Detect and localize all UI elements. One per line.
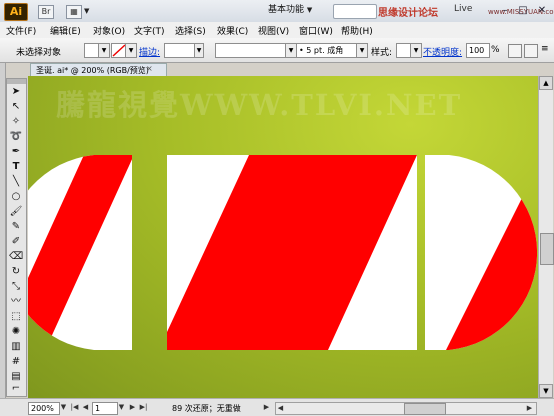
status-info: 89 次还原；无重做 (172, 404, 241, 413)
menu-window[interactable]: 窗口(W) (299, 24, 333, 37)
menu-object[interactable]: 对象(O) (93, 24, 125, 37)
direct-select-icon[interactable]: ↖ (9, 100, 23, 114)
opacity-label[interactable]: 不透明度: (423, 45, 462, 58)
stroke-label[interactable]: 描边: (139, 45, 160, 58)
watermark-text: 思缘设计论坛 (378, 8, 438, 19)
scroll-down-icon[interactable]: ▼ (539, 384, 553, 398)
recolor-artwork-icon[interactable] (508, 44, 522, 58)
scroll-right-icon[interactable]: ▶ (525, 403, 534, 414)
h-scroll-thumb[interactable] (404, 403, 446, 415)
selection-status: 未选择对象 (16, 48, 62, 58)
no-stroke-icon (112, 44, 126, 57)
menu-type[interactable]: 文字(T) (134, 24, 165, 37)
middle-segment (167, 155, 417, 350)
chevron-down-icon: ▼ (306, 6, 313, 14)
minimize-button[interactable]: – (496, 3, 514, 18)
search-input[interactable] (333, 4, 377, 19)
scroll-left-icon[interactable]: ◀ (276, 403, 285, 414)
variable-width-profile[interactable] (215, 43, 287, 58)
tools-panel-grip[interactable] (7, 79, 26, 84)
horizontal-scrollbar[interactable]: ◀ ▶ (275, 402, 537, 415)
pencil-icon[interactable]: ✎ (9, 220, 23, 234)
eraser-icon[interactable]: ⌫ (9, 250, 23, 264)
paintbrush-icon[interactable]: 🖌 (9, 205, 23, 219)
fill-dropdown[interactable]: ▼ (98, 43, 110, 58)
style-dropdown[interactable]: ▼ (410, 43, 422, 58)
prev-artboard-icon[interactable]: ◀ (81, 402, 90, 413)
opacity-unit: % (491, 45, 500, 55)
close-button[interactable]: ✕ (533, 3, 551, 18)
blob-brush-icon[interactable]: ✐ (9, 235, 23, 249)
brush-dropdown[interactable]: ▼ (356, 43, 368, 58)
first-artboard-icon[interactable]: |◀ (70, 402, 79, 413)
line-icon[interactable]: ╲ (9, 175, 23, 189)
status-bar: 200% ▼ |◀ ◀ 1 ▼ ▶ ▶| 89 次还原；无重做 ▶ ◀ ▶ (0, 398, 554, 416)
menu-file[interactable]: 文件(F) (6, 24, 36, 37)
control-bar: 未选择对象 ▼ ▼ 描边: ▼ ▼ • 5 pt. 成角 ▼ 样式: ▼ 不透明… (0, 38, 554, 63)
workspace-switcher[interactable]: 基本功能 ▼ (268, 4, 320, 17)
opacity-input[interactable]: 100 (466, 43, 490, 58)
tools-panel: ➤ ↖ ✧ ➰ ✒ T ╲ ○ 🖌 ✎ ✐ ⌫ ↻ ⤡ 〰 ⬚ ✺ ▥ # ▤ … (6, 78, 27, 397)
zoom-dropdown-icon[interactable]: ▼ (59, 402, 68, 413)
menu-edit[interactable]: 编辑(E) (50, 24, 81, 37)
right-cap-segment (425, 155, 538, 350)
document-tab-title: 圣诞. ai* @ 200% (RGB/预览) (36, 66, 149, 75)
pen-icon[interactable]: ✒ (9, 145, 23, 159)
warp-icon[interactable]: 〰 (9, 295, 23, 309)
menu-bar: 文件(F) 编辑(E) 对象(O) 文字(T) 选择(S) 效果(C) 视图(V… (0, 22, 554, 39)
illustrator-logo: Ai (4, 3, 28, 21)
brush-value: 5 pt. 成角 (306, 46, 344, 55)
chevron-down-icon[interactable]: ▼ (84, 7, 89, 15)
menu-help[interactable]: 帮助(H) (341, 24, 373, 37)
last-artboard-icon[interactable]: ▶| (139, 402, 148, 413)
stroke-weight-input[interactable] (164, 43, 196, 58)
free-transform-icon[interactable]: ⬚ (9, 310, 23, 324)
canvas-watermark: 騰龍視覺WWW.TLVI.NET (56, 88, 463, 122)
align-icon[interactable] (524, 44, 538, 58)
scroll-thumb[interactable] (540, 233, 554, 265)
bridge-icon[interactable]: Br (38, 5, 54, 19)
workspace-label: 基本功能 (268, 5, 305, 15)
artboard-canvas[interactable]: 騰龍視覺WWW.TLVI.NET (28, 76, 538, 398)
menu-effect[interactable]: 效果(C) (217, 24, 248, 37)
artboard-dropdown-icon[interactable]: ▼ (117, 402, 126, 413)
mesh-icon[interactable]: # (9, 355, 23, 369)
menu-view[interactable]: 视图(V) (258, 24, 289, 37)
eyedropper-icon[interactable]: ⌐ (9, 382, 23, 396)
panel-menu-icon[interactable]: ≡ (541, 44, 549, 54)
stroke-weight-stepper[interactable]: ▼ (194, 43, 204, 58)
cs-live-label[interactable]: Live (454, 4, 472, 14)
next-artboard-icon[interactable]: ▶ (128, 402, 137, 413)
magic-wand-icon[interactable]: ✧ (9, 115, 23, 129)
scale-icon[interactable]: ⤡ (9, 280, 23, 294)
type-icon[interactable]: T (9, 160, 23, 174)
graph-icon[interactable]: ▥ (9, 340, 23, 354)
close-tab-icon[interactable]: × (146, 64, 153, 73)
zoom-field[interactable]: 200% (28, 402, 60, 415)
status-menu-icon[interactable]: ▶ (262, 402, 271, 413)
vertical-scrollbar[interactable]: ▲ ▼ (538, 76, 554, 398)
maximize-button[interactable]: □ (514, 3, 532, 18)
menu-select[interactable]: 选择(S) (175, 24, 206, 37)
candy-cane-artwork (28, 155, 538, 350)
lasso-icon[interactable]: ➰ (9, 130, 23, 144)
brush-definition[interactable]: • 5 pt. 成角 (296, 43, 358, 58)
symbol-sprayer-icon[interactable]: ✺ (9, 325, 23, 339)
selection-arrow-icon[interactable]: ➤ (9, 85, 23, 99)
scroll-up-icon[interactable]: ▲ (539, 76, 553, 90)
ellipse-icon[interactable]: ○ (9, 190, 23, 204)
arrange-documents-icon[interactable]: ▦ (66, 5, 82, 19)
artboard-number-field[interactable]: 1 (92, 402, 118, 415)
stroke-dropdown[interactable]: ▼ (125, 43, 137, 58)
style-label: 样式: (371, 48, 393, 58)
title-bar: Ai Br ▦ ▼ 基本功能 ▼ 思缘设计论坛 Live www.MISSYUA… (0, 0, 554, 23)
brush-dot-icon: • (299, 46, 304, 55)
left-cap-segment (28, 155, 132, 350)
rotate-icon[interactable]: ↻ (9, 265, 23, 279)
